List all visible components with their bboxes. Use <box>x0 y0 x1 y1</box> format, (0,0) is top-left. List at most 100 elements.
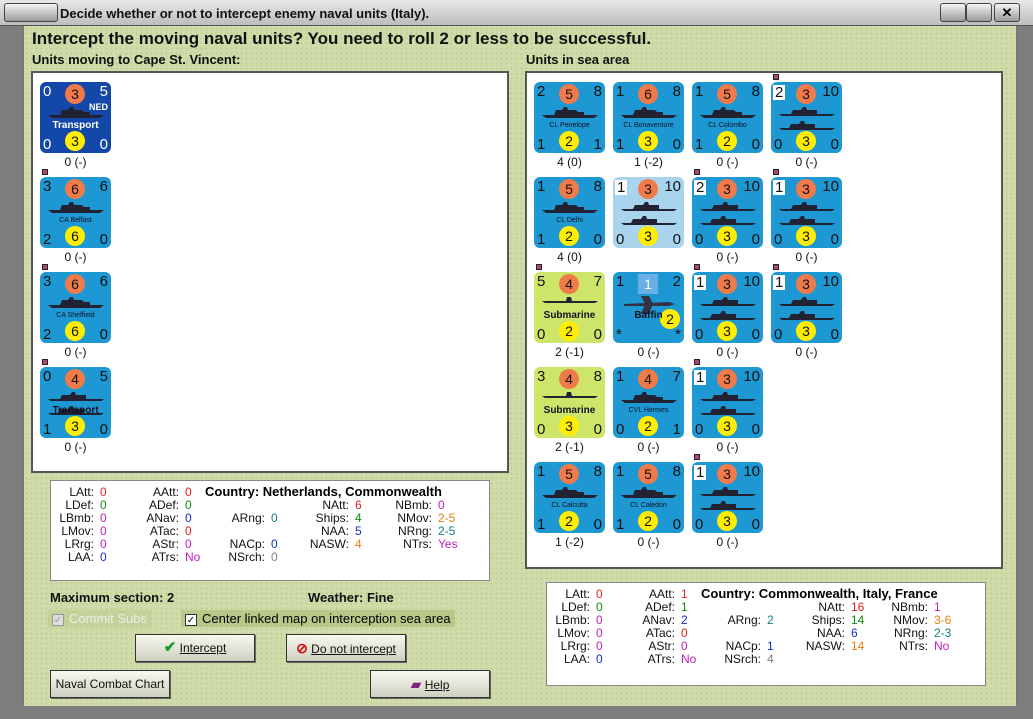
fleet-silhouette-icon <box>700 202 756 225</box>
maximize-button[interactable] <box>966 3 992 22</box>
unit-counter[interactable]: 1 8 5 1 0 2 CL Calcutta <box>534 462 605 533</box>
unit-defense-value: 3 <box>638 226 658 246</box>
unit-bottom-right-value: 0 <box>751 326 760 343</box>
unit-top-left-value: 3 <box>537 368 546 385</box>
unit-top-right-value: 8 <box>751 83 760 100</box>
stat-key: ANav: <box>146 511 179 525</box>
fleet-silhouette-icon <box>700 297 756 320</box>
stat-key: ATrs: <box>151 550 179 564</box>
unit-counter[interactable]: 1 8 5 1 0 2 CL Delhi <box>534 177 605 248</box>
stack-marker <box>773 169 779 175</box>
commit-subs-checkbox[interactable]: ✓ Commit Subs <box>48 610 152 627</box>
unit-top-right-value: 8 <box>593 368 602 385</box>
system-menu-button[interactable] <box>4 3 58 22</box>
unit-counter[interactable]: 3 6 6 2 0 6 CA Belfast <box>40 177 111 248</box>
title-bar: Decide whether or not to intercept enemy… <box>0 0 1033 26</box>
stat-value: 1 <box>767 639 774 653</box>
stat-value: 1 <box>681 600 688 614</box>
country-label: Country: Netherlands, Commonwealth <box>205 484 442 499</box>
unit-name: CA Sheffield <box>56 312 95 319</box>
unit-counter[interactable]: 2 10 3 0 0 3 <box>692 177 763 248</box>
fleet-silhouette-icon <box>621 202 677 225</box>
unit-top-right-value: 2 <box>672 273 681 290</box>
unit-caption: 0 (-) <box>64 440 87 454</box>
unit-counter[interactable]: 3 6 6 2 0 6 CA Sheffield <box>40 272 111 343</box>
unit-bottom-right-value: 1 <box>672 421 681 438</box>
unit-bottom-left-value: * <box>616 326 622 343</box>
stat-key: NASW: <box>805 639 845 653</box>
unit-bottom-left-value: 1 <box>43 421 52 438</box>
do-not-intercept-button[interactable]: ⊘ Do not intercept <box>286 634 406 662</box>
unit-top-right-value: 7 <box>672 368 681 385</box>
unit-top-right-value: 6 <box>99 273 108 290</box>
unit-name: Submarine <box>543 405 596 416</box>
unit-bottom-right-value: 0 <box>672 516 681 533</box>
unit-counter[interactable]: 1 10 3 0 0 3 <box>692 462 763 533</box>
unit-counter[interactable]: 1 2 1 * * 2 Baffin <box>613 272 684 343</box>
center-map-checkbox[interactable]: ✓ Center linked map on interception sea a… <box>181 610 455 627</box>
unit-top-left-value: 2 <box>694 179 707 196</box>
unit-counter[interactable]: 3 8 4 0 0 3 Submarine <box>534 367 605 438</box>
unit-bottom-right-value: 0 <box>751 136 760 153</box>
stat-value: 4 <box>355 511 362 525</box>
unit-name: Submarine <box>543 310 596 321</box>
fleet-silhouette-icon <box>700 392 756 415</box>
unit-attack-value: 6 <box>65 274 85 294</box>
unit-counter[interactable]: 0 5 3 0 0 3 NED Transport <box>40 82 111 153</box>
check-icon: ✔ <box>163 639 177 656</box>
max-section: Maximum section: 2 <box>50 590 175 605</box>
unit-attack-value: 5 <box>559 179 579 199</box>
stat-value: 6 <box>355 498 362 512</box>
stack-marker <box>536 264 542 270</box>
unit-caption: 0 (-) <box>716 345 739 359</box>
stat-value: 0 <box>185 511 192 525</box>
stat-key: NAtt: <box>322 498 349 512</box>
unit-counter[interactable]: 2 10 3 0 0 3 <box>771 82 842 153</box>
stat-key: ARng: <box>231 511 265 525</box>
unit-counter[interactable]: 0 5 4 1 0 3 Transport <box>40 367 111 438</box>
unit-counter[interactable]: 1 7 4 0 1 2 CVL Hermes <box>613 367 684 438</box>
unit-counter[interactable]: 1 8 6 1 0 3 CL Bonaventure <box>613 82 684 153</box>
unit-bottom-left-value: 0 <box>695 231 704 248</box>
ship-silhouette-icon <box>542 107 598 118</box>
stat-value: 0 <box>271 511 278 525</box>
naval-combat-chart-button[interactable]: Naval Combat Chart <box>50 670 170 698</box>
unit-bottom-left-value: 0 <box>695 421 704 438</box>
unit-defense-value: 3 <box>638 131 658 151</box>
close-button[interactable]: ✕ <box>994 3 1020 22</box>
minimize-button[interactable] <box>940 3 966 22</box>
unit-counter[interactable]: 1 8 5 1 0 2 CL Caledon <box>613 462 684 533</box>
unit-top-left-value: 1 <box>616 368 625 385</box>
unit-bottom-left-value: 0 <box>537 326 546 343</box>
stat-value: 0 <box>596 613 603 627</box>
unit-defense-value: 2 <box>559 321 579 341</box>
unit-counter[interactable]: 1 10 3 0 0 3 <box>692 272 763 343</box>
help-button[interactable]: ▰ Help <box>370 670 490 698</box>
fleet-silhouette-icon <box>700 487 756 510</box>
unit-counter[interactable]: 1 10 3 0 0 3 <box>613 177 684 248</box>
unit-attack-value: 3 <box>796 274 816 294</box>
unit-counter[interactable]: 5 7 4 0 0 2 Submarine <box>534 272 605 343</box>
unit-caption: 4 (0) <box>557 155 582 169</box>
ship-silhouette-icon <box>700 107 756 118</box>
unit-defense-value: 6 <box>65 226 85 246</box>
submarine-silhouette-icon <box>542 392 598 398</box>
unit-attack-value: 4 <box>638 369 658 389</box>
unit-name: CL Calcutta <box>551 502 588 509</box>
stat-key: NAtt: <box>818 600 845 614</box>
stat-key: NTrs: <box>403 537 432 551</box>
unit-counter[interactable]: 1 10 3 0 0 3 <box>692 367 763 438</box>
stat-key: ATac: <box>149 524 179 538</box>
stat-value: 0 <box>100 524 107 538</box>
intercept-button[interactable]: ✔ Intercept <box>135 634 255 662</box>
unit-caption: 0 (-) <box>716 535 739 549</box>
unit-counter[interactable]: 1 10 3 0 0 3 <box>771 272 842 343</box>
unit-counter[interactable]: 1 8 5 1 0 2 CL Colombo <box>692 82 763 153</box>
unit-top-right-value: 8 <box>672 83 681 100</box>
stat-value: 0 <box>596 652 603 666</box>
stat-value: 0 <box>681 639 688 653</box>
unit-top-right-value: 10 <box>743 463 760 480</box>
unit-bottom-left-value: 0 <box>537 421 546 438</box>
unit-counter[interactable]: 1 10 3 0 0 3 <box>771 177 842 248</box>
unit-counter[interactable]: 2 8 5 1 1 2 CL Penelope <box>534 82 605 153</box>
